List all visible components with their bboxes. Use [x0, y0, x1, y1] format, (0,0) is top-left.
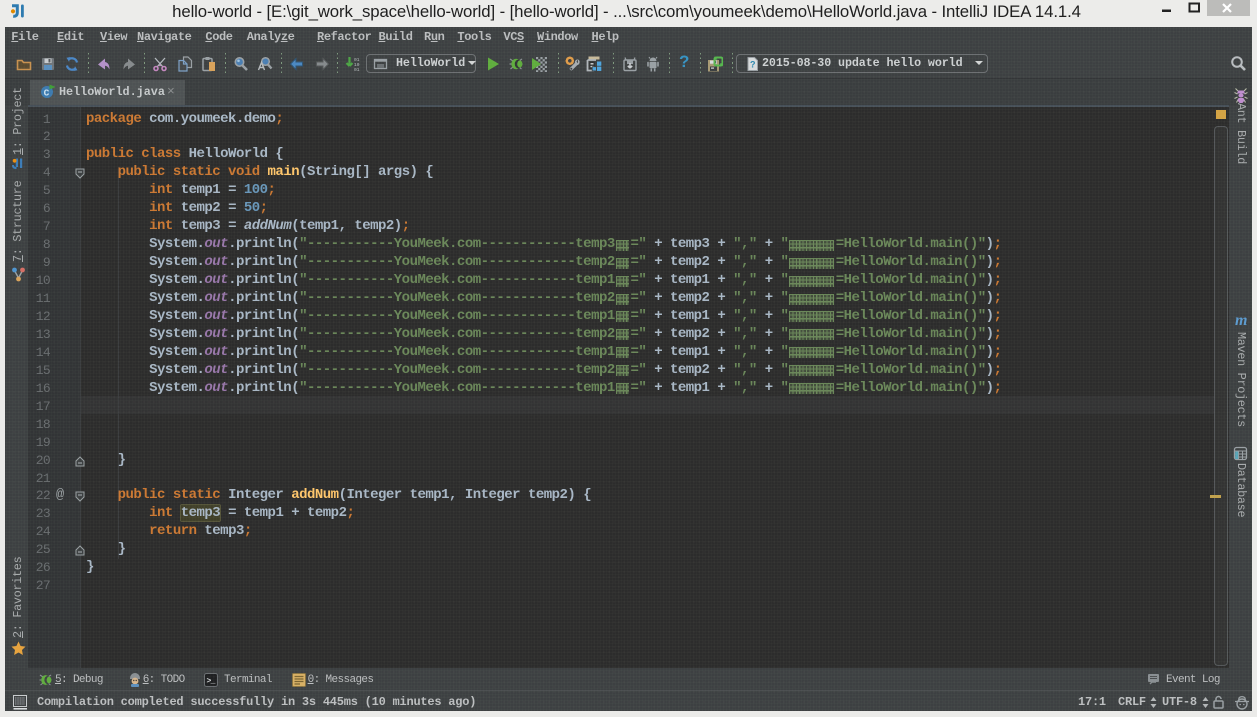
svg-text:01: 01: [354, 67, 360, 72]
svg-text:?: ?: [750, 60, 756, 70]
svg-text:>_: >_: [207, 677, 216, 686]
svg-text:C: C: [44, 88, 50, 99]
